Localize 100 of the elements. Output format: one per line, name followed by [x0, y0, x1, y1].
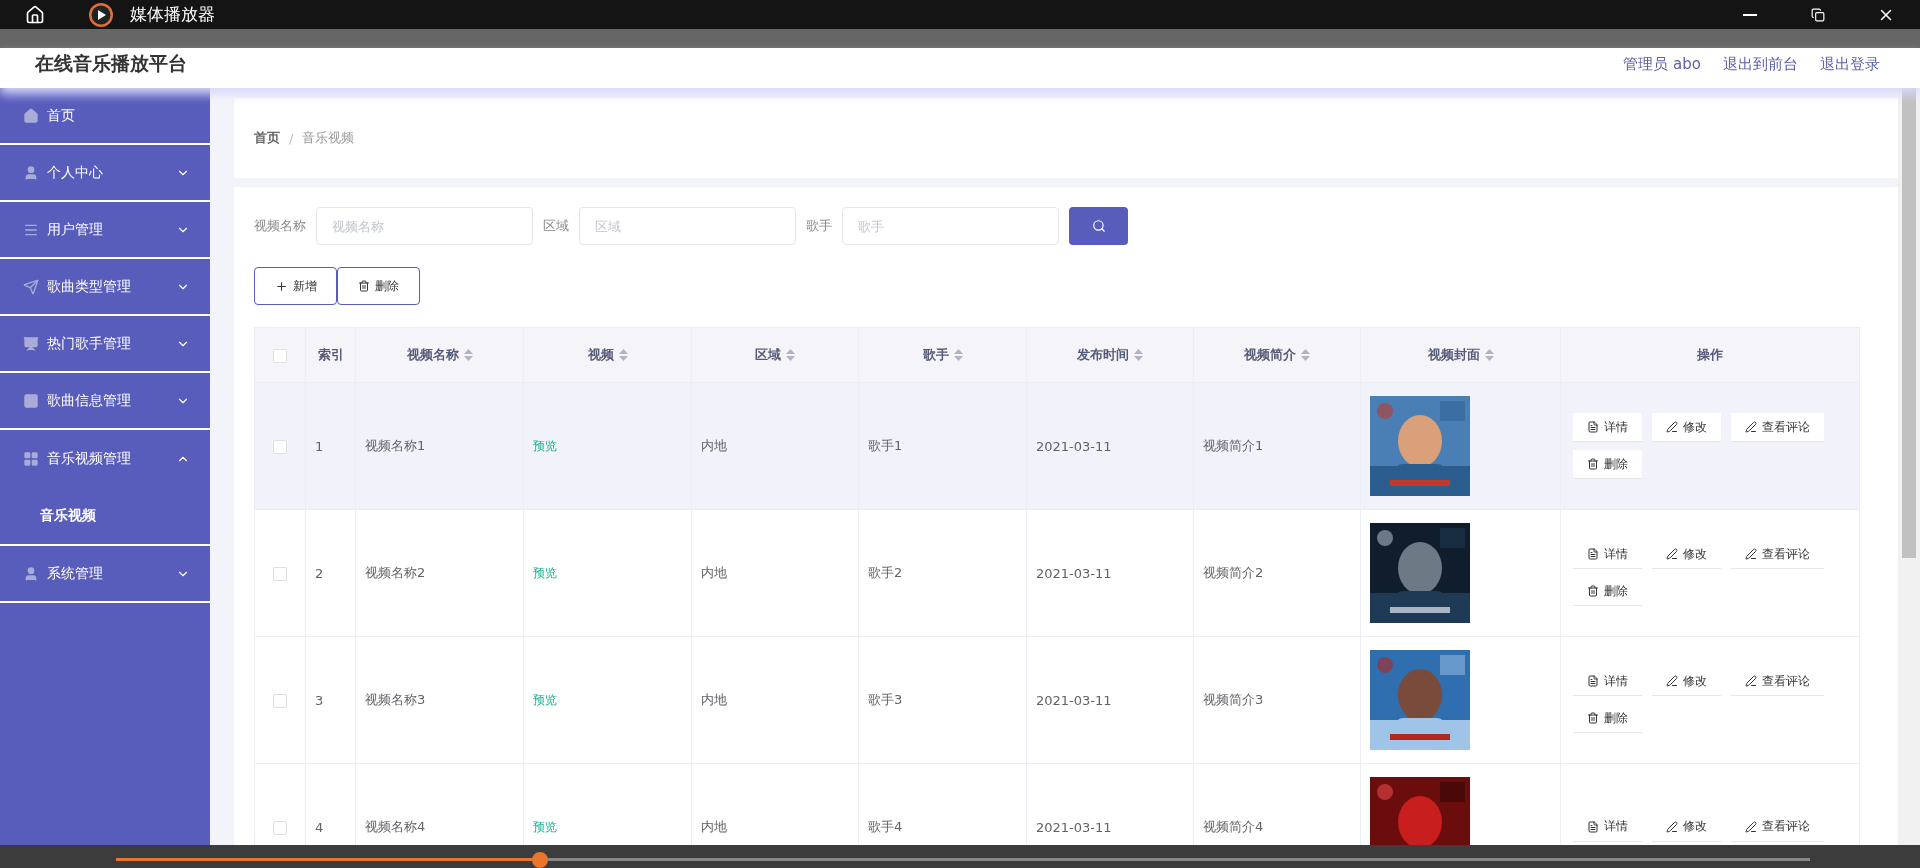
table-cell: 4	[315, 819, 324, 835]
scrollbar[interactable]	[1898, 88, 1920, 845]
pen-icon	[1745, 421, 1757, 433]
table-cell: 视频简介3	[1203, 692, 1264, 707]
plus-icon	[274, 279, 288, 293]
column-header: 索引	[305, 327, 356, 383]
table-cell: 2021-03-11	[1036, 565, 1112, 581]
table-cell: 歌手4	[868, 819, 903, 834]
pen-icon	[1745, 548, 1757, 560]
document-icon	[1587, 675, 1599, 687]
filter-label: 区域	[543, 217, 569, 235]
sort-icon[interactable]	[618, 349, 628, 361]
column-header: 发布时间	[1026, 327, 1194, 383]
column-header: 区域	[691, 327, 859, 383]
filter-label: 视频名称	[254, 217, 306, 235]
trash-icon	[1587, 585, 1599, 597]
person-icon	[23, 164, 39, 181]
window-title: 媒体播放器	[130, 3, 216, 26]
add-button[interactable]: 新增	[254, 267, 337, 305]
sort-icon[interactable]	[786, 349, 795, 361]
table-cell: 2021-03-11	[1036, 692, 1112, 708]
table-cell: 视频名称2	[365, 565, 426, 580]
checkbox[interactable]	[273, 693, 287, 708]
sidebar-item[interactable]: 个人中心	[0, 145, 210, 202]
search-field[interactable]: 歌手	[842, 207, 1059, 245]
sidebar-item[interactable]: 歌曲信息管理	[0, 373, 210, 430]
table-cell: 内地	[701, 565, 727, 580]
action-button[interactable]: 删除	[1573, 450, 1642, 479]
search-icon	[1091, 219, 1106, 233]
action-button[interactable]: 修改	[1652, 413, 1721, 442]
table-cell: 2	[315, 565, 324, 581]
column-header: 视频封面	[1360, 327, 1561, 383]
filter-label: 歌手	[806, 217, 832, 235]
breadcrumb-link[interactable]: 首页	[254, 129, 280, 147]
trash-icon	[1587, 458, 1599, 470]
sidebar-item[interactable]: 热门歌手管理	[0, 316, 210, 373]
sort-icon[interactable]	[1484, 349, 1494, 361]
send-icon	[23, 278, 39, 295]
sidebar-item[interactable]: 歌曲类型管理	[0, 259, 210, 316]
header-link[interactable]: 退出登录	[1820, 54, 1880, 74]
checkbox[interactable]	[273, 820, 287, 835]
app-title: 在线音乐播放平台	[35, 51, 188, 76]
table-cell: 2021-03-11	[1036, 819, 1112, 835]
sidebar-item[interactable]: 用户管理	[0, 202, 210, 259]
document-icon	[1587, 548, 1599, 560]
trash-icon	[1587, 712, 1599, 724]
checkbox[interactable]	[273, 566, 287, 581]
trash-icon	[358, 280, 370, 292]
document-icon	[1587, 820, 1599, 833]
document-icon	[1587, 421, 1599, 433]
search-field[interactable]: 视频名称	[316, 207, 533, 245]
grid-icon	[23, 450, 39, 467]
table-cell: 1	[315, 438, 324, 454]
table-cell: 内地	[701, 819, 727, 834]
action-button[interactable]: 详情	[1573, 413, 1642, 442]
table-cell: 视频简介2	[1203, 565, 1264, 580]
checkbox[interactable]	[273, 348, 287, 363]
restore-icon	[1811, 7, 1825, 22]
table-cell: 视频名称1	[365, 438, 426, 453]
sidebar-item[interactable]: 系统管理	[0, 546, 210, 603]
header-link[interactable]: 退出到前台	[1723, 54, 1798, 74]
table-cell: 3	[315, 692, 324, 708]
sort-icon[interactable]	[953, 349, 963, 361]
sidebar-item[interactable]: 首页	[0, 88, 210, 145]
table-cell: 内地	[701, 438, 727, 453]
person-icon	[23, 565, 39, 582]
home-icon[interactable]	[25, 4, 45, 25]
pen-icon	[1666, 675, 1678, 687]
table-cell: 视频简介1	[1203, 438, 1264, 453]
sort-icon[interactable]	[463, 349, 473, 361]
user-link[interactable]: 管理员 abo	[1623, 54, 1701, 74]
sidebar-item[interactable]: 音乐视频管理	[0, 430, 210, 487]
stand-icon	[23, 335, 39, 352]
home-icon	[23, 107, 39, 124]
table-cell: 歌手2	[868, 565, 903, 580]
pen-icon	[1666, 820, 1678, 833]
checkbox[interactable]	[273, 439, 287, 454]
column-header: 操作	[1560, 327, 1860, 383]
table-cell: 歌手3	[868, 692, 903, 707]
table-cell: 视频名称3	[365, 692, 426, 707]
minimize-icon	[1743, 13, 1757, 16]
search-button[interactable]	[1069, 207, 1128, 245]
pen-icon	[1745, 820, 1757, 833]
sort-icon[interactable]	[1134, 349, 1143, 361]
sidebar-subitem[interactable]: 音乐视频	[0, 487, 210, 544]
pen-icon	[1666, 421, 1678, 433]
pen-icon	[1666, 548, 1678, 560]
sort-icon[interactable]	[1301, 349, 1310, 361]
column-header: 视频名称	[355, 327, 524, 383]
table-cell: 内地	[701, 692, 727, 707]
progress-thumb[interactable]	[531, 852, 548, 868]
column-header: 视频简介	[1193, 327, 1361, 383]
search-field[interactable]: 区域	[579, 207, 796, 245]
table-cell: 歌手1	[868, 438, 903, 453]
table-cell: 视频简介4	[1203, 819, 1264, 834]
table-cell: 2021-03-11	[1036, 438, 1112, 454]
action-button[interactable]: 查看评论	[1731, 413, 1824, 442]
column-header: 视频	[523, 327, 692, 383]
delete-button[interactable]: 删除	[337, 267, 420, 305]
play-logo-icon	[88, 1, 114, 28]
